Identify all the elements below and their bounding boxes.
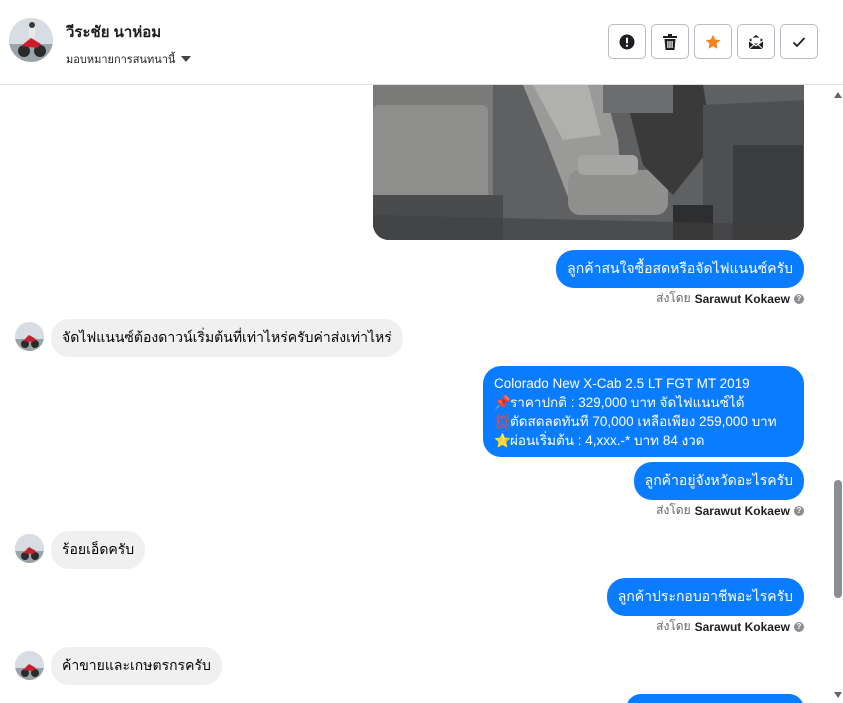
message-text: ลูกค้าประกอบอาชีพอะไรครับ <box>617 588 793 604</box>
pushpin-icon: 📌 <box>494 395 511 410</box>
mark-done-button[interactable] <box>780 24 818 59</box>
envelope-icon <box>748 34 764 49</box>
outgoing-message-bubble[interactable]: ลูกค้าอยู่จังหวัดอะไรครับ <box>633 462 804 500</box>
assign-label: มอบหมายการสนทนานี้ <box>66 54 176 66</box>
star-emoji-icon: ⭐ <box>494 433 511 448</box>
message-line: ⭐ผ่อนเริ่มต้น : 4,xxx.-* บาท 84 งวด <box>494 433 705 448</box>
scroll-down-arrow-icon[interactable] <box>834 692 842 698</box>
incoming-message-bubble[interactable]: จัดไฟแนนซ์ต้องดาวน์เริ่มต้นที่เท่าไหร่คร… <box>51 319 403 357</box>
message-text: ร้อยเอ็ดครับ <box>62 541 135 557</box>
message-line: 💢ตัดสดลดทันที 70,000 เหลือเพียง 259,000 … <box>494 414 777 429</box>
anger-symbol-icon: 💢 <box>494 414 511 429</box>
sender-name: Sarawut Kokaew <box>694 619 790 634</box>
scroll-up-arrow-icon[interactable] <box>834 92 842 98</box>
sent-by-prefix: ส่งโดย <box>656 291 691 305</box>
sender-name: Sarawut Kokaew <box>694 503 790 518</box>
trash-icon <box>663 33 677 50</box>
question-info-icon[interactable]: ? <box>794 621 804 632</box>
header-actions <box>608 24 818 59</box>
report-button[interactable] <box>608 24 646 59</box>
star-icon <box>705 34 721 49</box>
contact-avatar[interactable] <box>9 18 53 62</box>
check-icon <box>792 36 806 47</box>
message-line: Colorado New X-Cab 2.5 LT FGT MT 2019 <box>494 376 750 391</box>
question-info-icon[interactable]: ? <box>794 293 804 304</box>
exclamation-circle-icon <box>619 34 635 49</box>
message-line: 📌ราคาปกติ : 329,000 บาท จัดไฟแนนซ์ได้ <box>494 395 745 410</box>
message-text: จัดไฟแนนซ์ต้องดาวน์เริ่มต้นที่เท่าไหร่คร… <box>62 329 392 345</box>
outgoing-message-bubble[interactable]: Colorado New X-Cab 2.5 LT FGT MT 2019 📌ร… <box>483 366 804 457</box>
assign-conversation-dropdown[interactable]: มอบหมายการสนทนานี้ <box>66 50 192 68</box>
message-scrollbar[interactable] <box>833 85 843 703</box>
contact-avatar-small[interactable] <box>15 534 44 563</box>
sent-by-label: ส่งโดย Sarawut Kokaew ? <box>656 501 804 520</box>
outgoing-message-bubble[interactable]: ลูกค้าประกอบอาชีพอะไรครับ <box>606 578 804 616</box>
contact-name: วีระชัย นาห่อม <box>66 24 162 41</box>
incoming-message-bubble[interactable]: ค้าขายและเกษตรกรครับ <box>51 647 222 685</box>
contact-avatar-small[interactable] <box>15 651 44 680</box>
incoming-message-bubble[interactable]: ร้อยเอ็ดครับ <box>51 531 146 569</box>
message-text: ลูกค้าอยู่จังหวัดอะไรครับ <box>644 472 793 488</box>
sender-name: Sarawut Kokaew <box>694 291 790 306</box>
mark-unread-button[interactable] <box>737 24 775 59</box>
outgoing-message-bubble-partial[interactable] <box>626 694 804 703</box>
message-text: ลูกค้าสนใจซื้อสดหรือจัดไฟแนนซ์ครับ <box>567 260 793 276</box>
shared-photo[interactable] <box>373 85 804 240</box>
message-text: ค้าขายและเกษตรกรครับ <box>62 657 211 673</box>
sent-by-prefix: ส่งโดย <box>656 503 691 517</box>
question-info-icon[interactable]: ? <box>794 505 804 516</box>
conversation-header: วีระชัย นาห่อม มอบหมายการสนทนานี้ <box>0 0 843 85</box>
delete-button[interactable] <box>651 24 689 59</box>
sent-by-label: ส่งโดย Sarawut Kokaew ? <box>656 289 804 308</box>
scrollbar-thumb[interactable] <box>834 480 842 598</box>
caret-down-icon <box>181 56 192 62</box>
sent-by-prefix: ส่งโดย <box>656 619 691 633</box>
outgoing-message-bubble[interactable]: ลูกค้าสนใจซื้อสดหรือจัดไฟแนนซ์ครับ <box>556 250 804 288</box>
star-button[interactable] <box>694 24 732 59</box>
sent-by-label: ส่งโดย Sarawut Kokaew ? <box>656 617 804 636</box>
contact-avatar-small[interactable] <box>15 322 44 351</box>
